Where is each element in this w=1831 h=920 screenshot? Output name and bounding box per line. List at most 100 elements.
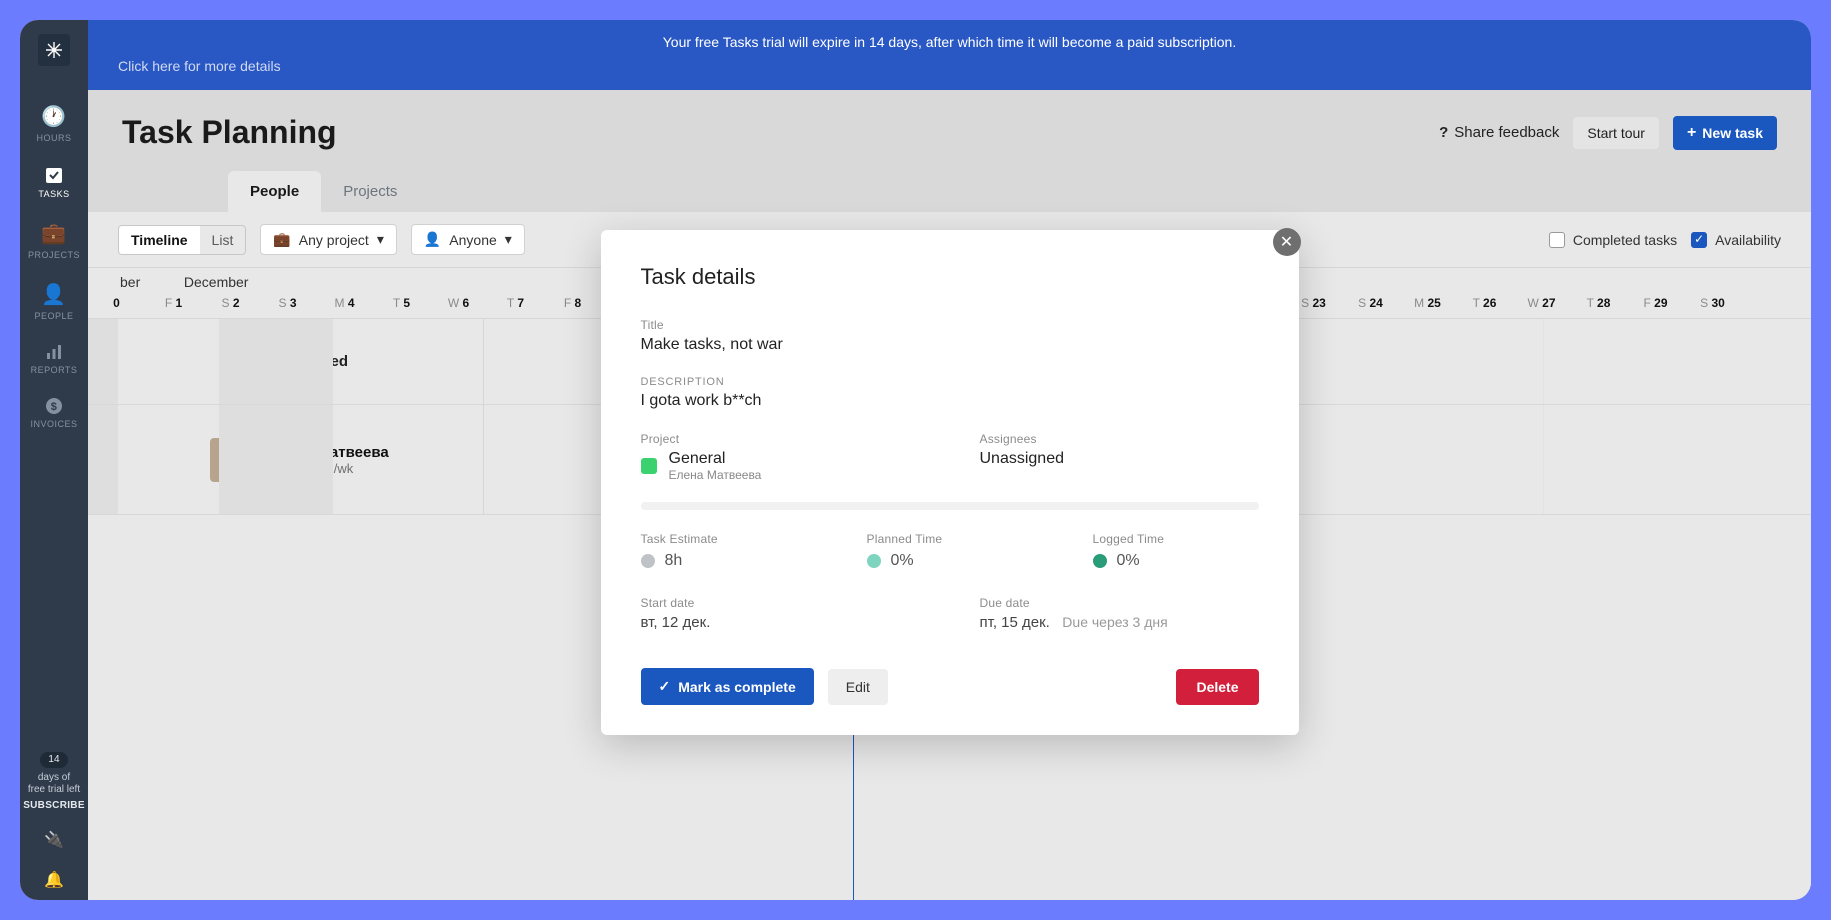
view-mode-segment: Timeline List	[118, 225, 246, 255]
day-header[interactable]: S 24	[1342, 296, 1399, 310]
start-date-value: вт, 12 дек.	[641, 614, 920, 631]
field-label-assignees: Assignees	[980, 432, 1259, 446]
main: Your free Tasks trial will expire in 14 …	[88, 20, 1811, 900]
estimate-value: 8h	[665, 552, 683, 570]
bell-icon[interactable]: 🔔	[44, 860, 64, 900]
day-header[interactable]: F 29	[1627, 296, 1684, 310]
day-header[interactable]: T 28	[1570, 296, 1627, 310]
dot-icon	[867, 554, 881, 568]
field-label-estimate: Task Estimate	[641, 532, 807, 546]
sidebar-item-label: HOURS	[36, 133, 71, 143]
day-header[interactable]: F 8	[544, 296, 601, 310]
project-name[interactable]: General	[669, 450, 762, 468]
plug-icon[interactable]: 🔌	[44, 820, 64, 860]
day-header[interactable]: W 27	[1513, 296, 1570, 310]
day-header[interactable]: W 6	[430, 296, 487, 310]
share-feedback-link[interactable]: ? Share feedback	[1439, 124, 1559, 141]
banner-details-link[interactable]: Click here for more details	[88, 50, 311, 74]
field-label-description: DESCRIPTION	[641, 376, 1259, 388]
month-label: ber	[120, 274, 180, 290]
sidebar-item-label: TASKS	[38, 189, 69, 199]
sidebar: 🕐 HOURS TASKS 💼 PROJECTS 👤 PEOPLE REPORT…	[20, 20, 88, 900]
trial-text: free trial left	[28, 784, 80, 795]
filter-person-dropdown[interactable]: 👤 Anyone ▾	[411, 224, 525, 255]
day-header[interactable]: F 1	[145, 296, 202, 310]
mark-complete-button[interactable]: ✓ Mark as complete	[641, 668, 814, 705]
sidebar-item-projects[interactable]: 💼 PROJECTS	[20, 211, 88, 272]
day-header[interactable]: T 7	[487, 296, 544, 310]
delete-button[interactable]: Delete	[1176, 669, 1258, 705]
chevron-down-icon: ▾	[377, 231, 384, 248]
person-icon: 👤	[424, 231, 441, 248]
day-header[interactable]: M 4	[316, 296, 373, 310]
field-label-due: Due date	[980, 596, 1259, 610]
start-tour-button[interactable]: Start tour	[1573, 117, 1659, 149]
filter-project-dropdown[interactable]: 💼 Any project ▾	[260, 224, 397, 255]
sidebar-item-label: INVOICES	[30, 419, 77, 429]
clock-icon: 🕐	[41, 104, 66, 129]
tab-projects[interactable]: Projects	[321, 171, 419, 212]
field-label-start: Start date	[641, 596, 920, 610]
new-task-label: New task	[1702, 125, 1763, 141]
app-logo[interactable]	[38, 34, 70, 66]
day-header[interactable]: M 25	[1399, 296, 1456, 310]
day-header[interactable]: T 26	[1456, 296, 1513, 310]
due-hint: Due через 3 дня	[1062, 614, 1167, 630]
sidebar-item-hours[interactable]: 🕐 HOURS	[20, 94, 88, 155]
sidebar-item-label: PEOPLE	[34, 311, 73, 321]
filter-project-label: Any project	[299, 232, 369, 248]
day-header[interactable]: S 30	[1684, 296, 1741, 310]
sidebar-item-reports[interactable]: REPORTS	[20, 333, 88, 387]
view-tabs: People Projects	[88, 151, 1811, 212]
person-icon: 👤	[41, 282, 66, 307]
spark-icon	[45, 41, 63, 59]
project-owner: Елена Матвеева	[669, 468, 762, 482]
completed-tasks-toggle[interactable]: Completed tasks	[1549, 232, 1677, 248]
edit-button[interactable]: Edit	[828, 669, 888, 705]
page-header: Task Planning ? Share feedback Start tou…	[88, 90, 1811, 151]
check-icon: ✓	[659, 678, 671, 695]
day-header[interactable]: T 5	[373, 296, 430, 310]
field-label-logged: Logged Time	[1093, 532, 1259, 546]
trial-banner: Your free Tasks trial will expire in 14 …	[88, 20, 1811, 90]
sidebar-item-label: REPORTS	[31, 365, 78, 375]
day-header[interactable]: S 3	[259, 296, 316, 310]
logged-value: 0%	[1117, 552, 1140, 570]
dot-icon	[641, 554, 655, 568]
segment-timeline[interactable]: Timeline	[119, 226, 200, 254]
mark-complete-label: Mark as complete	[678, 679, 796, 695]
availability-toggle[interactable]: Availability	[1691, 232, 1781, 248]
app-frame: 🕐 HOURS TASKS 💼 PROJECTS 👤 PEOPLE REPORT…	[20, 20, 1811, 900]
subscribe-link[interactable]: SUBSCRIBE	[23, 800, 85, 812]
checkbox-unchecked-icon	[1549, 232, 1565, 248]
task-details-modal: ✕ Task details Title Make tasks, not war…	[601, 230, 1299, 735]
bar-chart-icon	[45, 343, 63, 361]
tab-people[interactable]: People	[228, 171, 321, 212]
sidebar-item-tasks[interactable]: TASKS	[20, 155, 88, 211]
dot-icon	[1093, 554, 1107, 568]
plus-icon: +	[1687, 124, 1696, 142]
field-label-project: Project	[641, 432, 920, 446]
assignees-value: Unassigned	[980, 450, 1259, 468]
day-header[interactable]: S 2	[202, 296, 259, 310]
sidebar-item-invoices[interactable]: $ INVOICES	[20, 387, 88, 441]
close-icon: ✕	[1280, 232, 1293, 252]
planned-value: 0%	[891, 552, 914, 570]
trial-days-badge: 14	[40, 752, 67, 768]
new-task-button[interactable]: + New task	[1673, 116, 1777, 150]
sidebar-item-people[interactable]: 👤 PEOPLE	[20, 272, 88, 333]
briefcase-icon: 💼	[273, 231, 290, 248]
progress-bar	[641, 502, 1259, 510]
close-button[interactable]: ✕	[1273, 228, 1301, 256]
question-icon: ?	[1439, 124, 1448, 141]
checkbox-icon	[44, 165, 64, 185]
filter-person-label: Anyone	[449, 232, 496, 248]
segment-list[interactable]: List	[200, 226, 246, 254]
day-header[interactable]: 0	[88, 296, 145, 310]
checkbox-checked-icon	[1691, 232, 1707, 248]
svg-text:$: $	[51, 401, 58, 413]
project-color-swatch	[641, 458, 657, 474]
completed-tasks-label: Completed tasks	[1573, 232, 1677, 248]
modal-title: Task details	[641, 264, 1259, 290]
chevron-down-icon: ▾	[505, 231, 512, 248]
